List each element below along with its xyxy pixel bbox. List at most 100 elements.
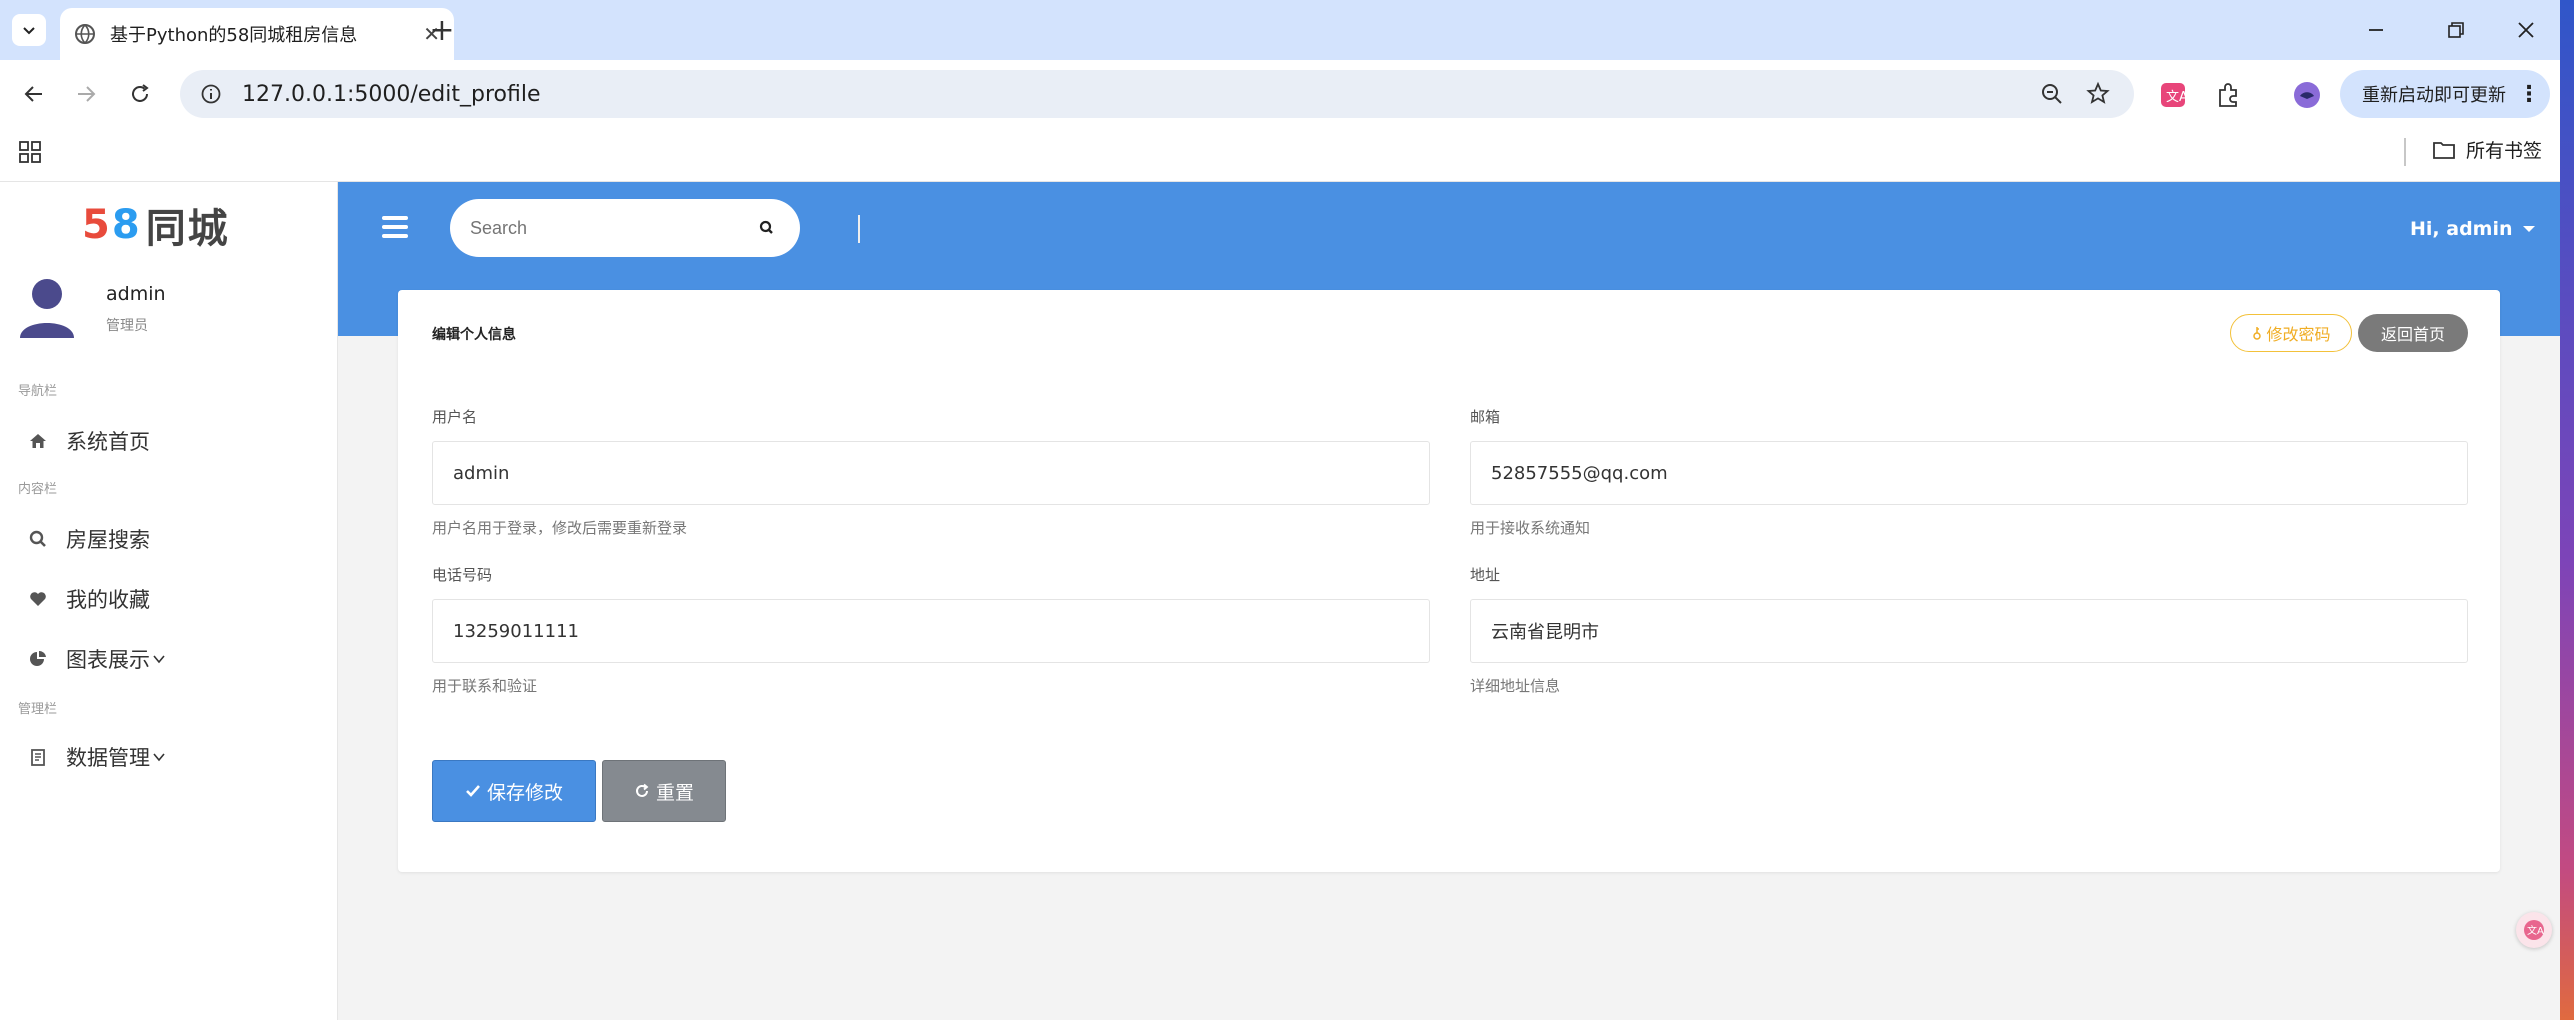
heart-icon xyxy=(30,592,46,606)
zoom-icon[interactable] xyxy=(2038,80,2066,108)
username-label: 用户名 xyxy=(432,408,478,426)
refresh-icon xyxy=(636,783,649,797)
all-bookmarks-label: 所有书签 xyxy=(2466,140,2543,162)
sidebar: 5 8 同城 admin 管理员 导航栏 系统首页 内容栏 房屋搜索 我的收藏 xyxy=(0,182,338,1020)
tab-strip: 基于Python的58同城租房信息 ✕ + xyxy=(0,0,2560,60)
bookmarks-bar: 所有书签 xyxy=(0,128,2560,182)
restore-button[interactable] xyxy=(2436,14,2476,46)
browser-chrome: 基于Python的58同城租房信息 ✕ + 127.0.0.1:5000/edi… xyxy=(0,0,2560,182)
browser-toolbar: 127.0.0.1:5000/edit_profile 文A 重新启动即可更新 … xyxy=(0,60,2560,128)
clipboard-icon xyxy=(31,749,45,766)
reset-label: 重置 xyxy=(655,781,694,804)
search-icon xyxy=(29,530,46,547)
sidebar-item-label: 我的收藏 xyxy=(66,588,150,612)
apps-grid-icon[interactable] xyxy=(16,138,44,166)
minimize-icon xyxy=(2369,29,2383,31)
close-icon xyxy=(2518,22,2534,38)
back-home-label: 返回首页 xyxy=(2380,325,2445,344)
address-field: 地址 云南省昆明市 详细地址信息 xyxy=(1470,564,2468,696)
username-input[interactable]: admin xyxy=(432,441,1430,505)
check-icon xyxy=(466,785,480,797)
sidebar-item-favorites[interactable]: 我的收藏 xyxy=(28,584,150,614)
menu-toggle-button[interactable] xyxy=(382,216,408,238)
logo-digit-5: 5 xyxy=(82,202,112,248)
change-password-label: 修改密码 xyxy=(2266,325,2331,344)
update-label: 重新启动即可更新 xyxy=(2362,85,2506,106)
username-hint: 用户名用于登录，修改后需要重新登录 xyxy=(432,519,688,537)
phone-label: 电话号码 xyxy=(432,566,493,584)
site-logo[interactable]: 5 8 同城 xyxy=(82,196,230,254)
sidebar-item-data-management[interactable]: 数据管理 xyxy=(28,742,166,772)
back-home-button[interactable]: 返回首页 xyxy=(2358,314,2468,352)
phone-hint: 用于联系和验证 xyxy=(432,677,538,695)
site-info-icon[interactable] xyxy=(200,83,222,105)
forward-button[interactable] xyxy=(66,74,106,114)
arrow-left-icon xyxy=(24,86,42,102)
search-bar xyxy=(450,199,860,257)
address-bar[interactable]: 127.0.0.1:5000/edit_profile xyxy=(180,70,2134,118)
arrow-right-icon xyxy=(78,86,96,102)
update-chrome-button[interactable]: 重新启动即可更新 ⋮ xyxy=(2340,70,2550,118)
desktop-edge xyxy=(2560,0,2574,1020)
all-bookmarks-button[interactable]: 所有书签 xyxy=(2432,136,2542,163)
sidebar-item-label: 图表展示 xyxy=(66,648,150,672)
section-label-nav: 导航栏 xyxy=(18,384,58,399)
email-label: 邮箱 xyxy=(1470,408,1501,426)
pie-chart-icon xyxy=(30,650,46,666)
chevron-down-icon xyxy=(23,27,35,35)
new-tab-button[interactable]: + xyxy=(422,12,462,48)
web-page: 5 8 同城 admin 管理员 导航栏 系统首页 内容栏 房屋搜索 我的收藏 xyxy=(0,182,2560,1020)
extensions-icon[interactable] xyxy=(2214,80,2244,110)
sidebar-item-label: 数据管理 xyxy=(66,746,150,770)
svg-text:文A: 文A xyxy=(2527,924,2544,937)
section-label-admin: 管理栏 xyxy=(18,702,58,717)
email-input[interactable]: 52857555@qq.com xyxy=(1470,441,2468,505)
key-icon xyxy=(2253,327,2262,340)
save-label: 保存修改 xyxy=(486,781,563,804)
user-name: admin xyxy=(106,283,166,305)
floating-translate-button[interactable]: 文A xyxy=(2516,912,2552,948)
phone-field: 电话号码 13259011111 用于联系和验证 xyxy=(432,564,1430,696)
translate-extension-icon[interactable]: 文A xyxy=(2158,80,2188,110)
folder-icon xyxy=(2433,141,2455,159)
address-input[interactable]: 云南省昆明市 xyxy=(1470,599,2468,663)
close-window-button[interactable] xyxy=(2506,14,2546,46)
profile-avatar-icon[interactable] xyxy=(2292,80,2322,110)
translate-icon: 文A xyxy=(2524,920,2544,940)
search-input[interactable] xyxy=(470,217,740,239)
star-icon[interactable] xyxy=(2084,80,2112,108)
tab-title: 基于Python的58同城租房信息 xyxy=(110,25,358,46)
sidebar-item-label: 系统首页 xyxy=(66,430,150,454)
reset-button[interactable]: 重置 xyxy=(602,760,726,822)
edit-profile-card: 编辑个人信息 修改密码 返回首页 用户名 admin 用户名用于登录，修改后需要… xyxy=(398,290,2500,872)
reload-button[interactable] xyxy=(120,74,160,114)
sidebar-item-charts[interactable]: 图表展示 xyxy=(28,644,166,674)
bookmarks-separator xyxy=(2404,138,2406,166)
logo-text: 同城 xyxy=(145,206,230,252)
search-divider xyxy=(858,215,860,243)
home-icon xyxy=(30,434,46,448)
user-menu-dropdown[interactable]: Hi, admin xyxy=(2410,218,2535,240)
chevron-down-icon xyxy=(153,655,165,664)
minimize-button[interactable] xyxy=(2356,14,2396,46)
reload-icon xyxy=(132,84,149,102)
back-button[interactable] xyxy=(14,74,54,114)
save-button[interactable]: 保存修改 xyxy=(432,760,596,822)
more-vert-icon[interactable]: ⋮ xyxy=(2518,82,2540,107)
search-icon[interactable] xyxy=(756,217,778,239)
chevron-down-icon xyxy=(153,753,165,762)
address-label: 地址 xyxy=(1470,566,1501,584)
user-avatar-icon xyxy=(20,279,74,338)
email-field: 邮箱 52857555@qq.com 用于接收系统通知 xyxy=(1470,406,2468,538)
sidebar-item-label: 房屋搜索 xyxy=(66,528,150,552)
change-password-button[interactable]: 修改密码 xyxy=(2230,314,2352,352)
svg-text:文A: 文A xyxy=(2166,90,2188,105)
sidebar-item-house-search[interactable]: 房屋搜索 xyxy=(28,524,150,554)
username-field: 用户名 admin 用户名用于登录，修改后需要重新登录 xyxy=(432,406,1430,538)
tab-search-button[interactable] xyxy=(12,14,46,46)
section-label-content: 内容栏 xyxy=(18,482,58,497)
browser-tab-active[interactable]: 基于Python的58同城租房信息 ✕ xyxy=(60,8,454,60)
card-title: 编辑个人信息 xyxy=(432,327,516,343)
sidebar-item-home[interactable]: 系统首页 xyxy=(28,426,150,456)
phone-input[interactable]: 13259011111 xyxy=(432,599,1430,663)
